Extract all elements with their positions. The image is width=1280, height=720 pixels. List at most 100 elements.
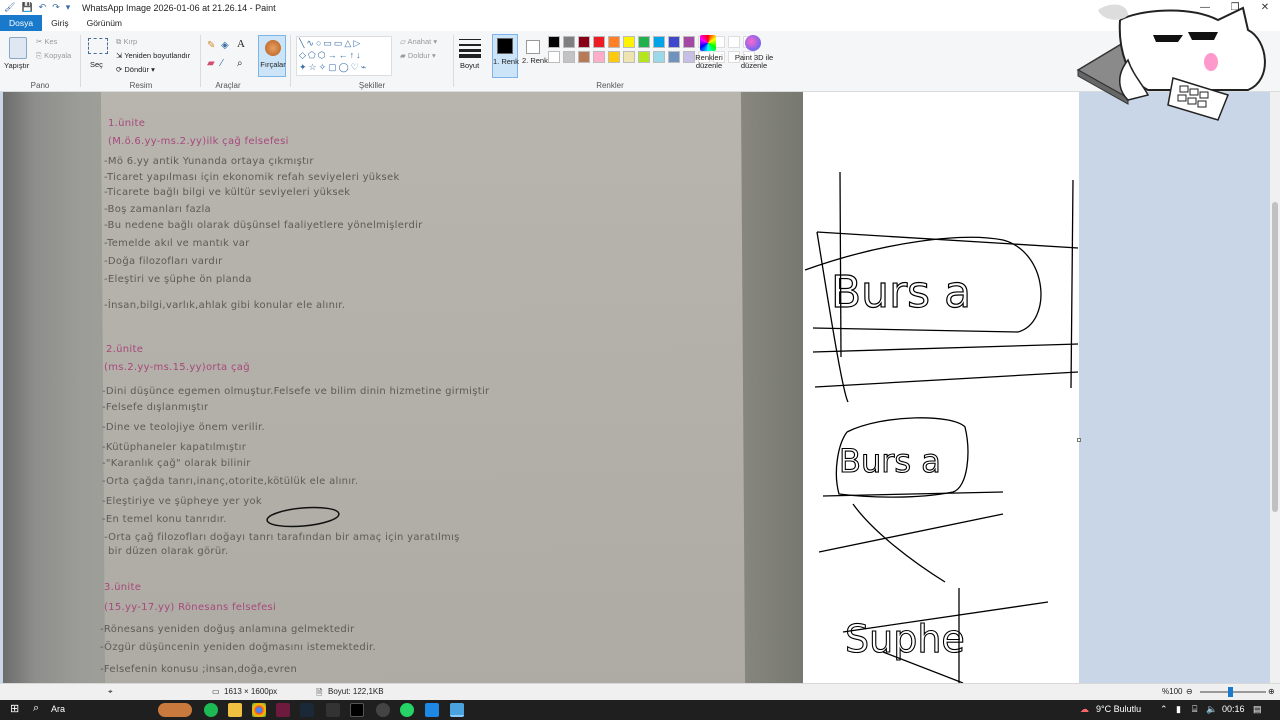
color-picker-icon[interactable]: ⁄ — [221, 58, 223, 69]
palette-swatch[interactable] — [638, 51, 650, 63]
tray-chevron-icon[interactable]: ⌃ — [1160, 704, 1168, 715]
size-icon[interactable] — [459, 39, 481, 58]
drawing-canvas[interactable]: Burs a Burs a Suphe — [803, 92, 1079, 683]
edit-colors-button[interactable]: Renkleri düzenle — [692, 54, 726, 70]
tab-home[interactable]: Giriş — [42, 15, 77, 31]
select-icon[interactable] — [88, 38, 108, 54]
canvas-area[interactable]: 1.ünite (M.ö.6.yy-ms.2.yy)ilk çağ felsefe… — [0, 92, 1270, 683]
palette-swatch[interactable] — [608, 51, 620, 63]
color1-button[interactable]: 1. Renk — [492, 34, 519, 78]
palette-swatch[interactable] — [563, 36, 575, 48]
taskbar: ⊞ ⌕ Ara ☁ 9°C Bulutlu ⌃ ▮ ⌸ 🔈 00:16 ▤ — [0, 700, 1280, 720]
palette-swatch[interactable] — [548, 36, 560, 48]
filesize-icon: 🗎 — [316, 688, 323, 697]
search-icon[interactable]: ⌕ — [33, 702, 39, 715]
fill-button[interactable]: ▰ Doldur ▾ — [400, 51, 436, 60]
outline-button[interactable]: ▱ Anahat ▾ — [400, 37, 437, 46]
notification-icon[interactable]: ▤ — [1253, 704, 1262, 715]
palette-swatch[interactable] — [623, 36, 635, 48]
redo-icon[interactable]: ↷ — [52, 3, 60, 12]
copy-label: Kopyala — [44, 51, 72, 60]
crop-button[interactable]: ⧉ Kırp — [116, 37, 137, 47]
volume-icon[interactable]: 🔈 — [1206, 704, 1217, 715]
paint3d-button[interactable]: Paint 3D ile düzenle — [732, 54, 776, 70]
zoom-level: %100 — [1162, 687, 1183, 696]
window-title: WhatsApp Image 2026-01-06 at 21.26.14 - … — [82, 2, 276, 13]
paint-app-icon: 🖌 — [4, 2, 16, 12]
cursor-position-icon: ⌖ — [108, 687, 113, 696]
shapes-gallery[interactable]: ╲∿○▭▭△▷ ◇⬠⬡→←↑↓ ✦☆✧▢◯♡⌁ — [296, 36, 392, 76]
size-label: Boyut — [460, 61, 480, 70]
steam-icon[interactable] — [300, 703, 314, 717]
palette-swatch[interactable] — [683, 36, 695, 48]
eraser-icon[interactable]: ▰ — [207, 58, 215, 69]
separator — [290, 35, 291, 87]
weather-text: 9°C Bulutlu — [1096, 704, 1142, 714]
zoom-slider-thumb[interactable] — [1228, 687, 1233, 697]
customize-qa-icon[interactable]: ▾ — [66, 3, 71, 12]
text-tool-icon[interactable]: A — [237, 38, 245, 50]
save-icon[interactable]: 💾 — [21, 3, 32, 12]
app-circle-icon[interactable] — [376, 703, 390, 717]
palette-swatch[interactable] — [653, 51, 665, 63]
zoom-slider[interactable] — [1200, 687, 1266, 697]
palette-swatch[interactable] — [668, 36, 680, 48]
palette-swatch[interactable] — [653, 36, 665, 48]
rotate-button[interactable]: ⟳ Döndür ▾ — [116, 65, 155, 74]
tiktok-icon[interactable] — [350, 703, 364, 717]
colors-group-label: Renkler — [596, 81, 624, 90]
taskbar-search[interactable]: Ara — [51, 704, 65, 714]
paint3d-icon[interactable] — [745, 35, 761, 51]
empty-swatch[interactable] — [728, 36, 740, 48]
canvas-resize-handle[interactable] — [1077, 438, 1081, 442]
cat-sticker-overlay — [1068, 0, 1280, 128]
size-group: Boyut — [455, 31, 485, 92]
whatsapp-icon[interactable] — [400, 703, 414, 717]
resize-label: Yeniden boyutlandır — [124, 51, 191, 60]
palette-swatch[interactable] — [593, 36, 605, 48]
tab-view[interactable]: Görünüm — [78, 15, 131, 31]
paint-taskbar-icon[interactable] — [450, 703, 464, 717]
file-explorer-icon[interactable] — [228, 703, 242, 717]
dimensions-icon: ▭ — [212, 687, 220, 696]
network-icon[interactable]: ⌸ — [1192, 704, 1197, 715]
edit-colors-icon[interactable] — [700, 35, 716, 51]
palette-swatch[interactable] — [623, 51, 635, 63]
color2-swatch — [526, 40, 540, 54]
resize-button[interactable]: ⇲ Yeniden boyutlandır — [116, 51, 190, 60]
separator — [80, 35, 81, 87]
scrollbar-thumb[interactable] — [1272, 202, 1278, 512]
zoom-in-button[interactable]: ⊕ — [1268, 687, 1275, 696]
magnifier-icon[interactable]: ⌕ — [237, 58, 243, 69]
brushes-button[interactable]: Fırçalar — [258, 35, 286, 77]
pencil-icon[interactable]: ✎ — [207, 40, 215, 51]
palette-swatch[interactable] — [563, 51, 575, 63]
rotate-label: Döndür — [124, 65, 149, 74]
select-button[interactable]: Seç — [90, 60, 103, 69]
undo-icon[interactable]: ↶ — [39, 3, 47, 12]
app-grid-icon[interactable] — [326, 703, 340, 717]
color2-button[interactable]: 2. Renk — [522, 34, 548, 78]
battery-icon: ▮ — [1176, 704, 1181, 714]
palette-swatch[interactable] — [578, 36, 590, 48]
palette-swatch[interactable] — [668, 51, 680, 63]
vertical-scrollbar[interactable] — [1270, 92, 1280, 683]
palette-swatch[interactable] — [608, 36, 620, 48]
palette-swatch[interactable] — [548, 51, 560, 63]
cut-button[interactable]: ✂ Kes — [36, 37, 57, 46]
paste-button[interactable]: Yapıştır — [4, 61, 29, 70]
widget-icon[interactable] — [158, 703, 192, 717]
palette-swatch[interactable] — [578, 51, 590, 63]
app-icon[interactable] — [276, 703, 290, 717]
chrome-icon[interactable] — [252, 703, 266, 717]
zoom-out-button[interactable]: ⊖ — [1186, 687, 1193, 696]
tab-file[interactable]: Dosya — [0, 15, 43, 31]
paste-icon[interactable] — [9, 37, 27, 59]
copy-button[interactable]: ⎘ Kopyala — [36, 51, 71, 61]
photos-icon[interactable] — [425, 703, 439, 717]
windows-start-icon[interactable]: ⊞ — [10, 702, 19, 715]
palette-swatch[interactable] — [638, 36, 650, 48]
palette-swatch[interactable] — [593, 51, 605, 63]
spotify-icon[interactable] — [204, 703, 218, 717]
fill-icon[interactable]: ◈ — [221, 40, 229, 51]
